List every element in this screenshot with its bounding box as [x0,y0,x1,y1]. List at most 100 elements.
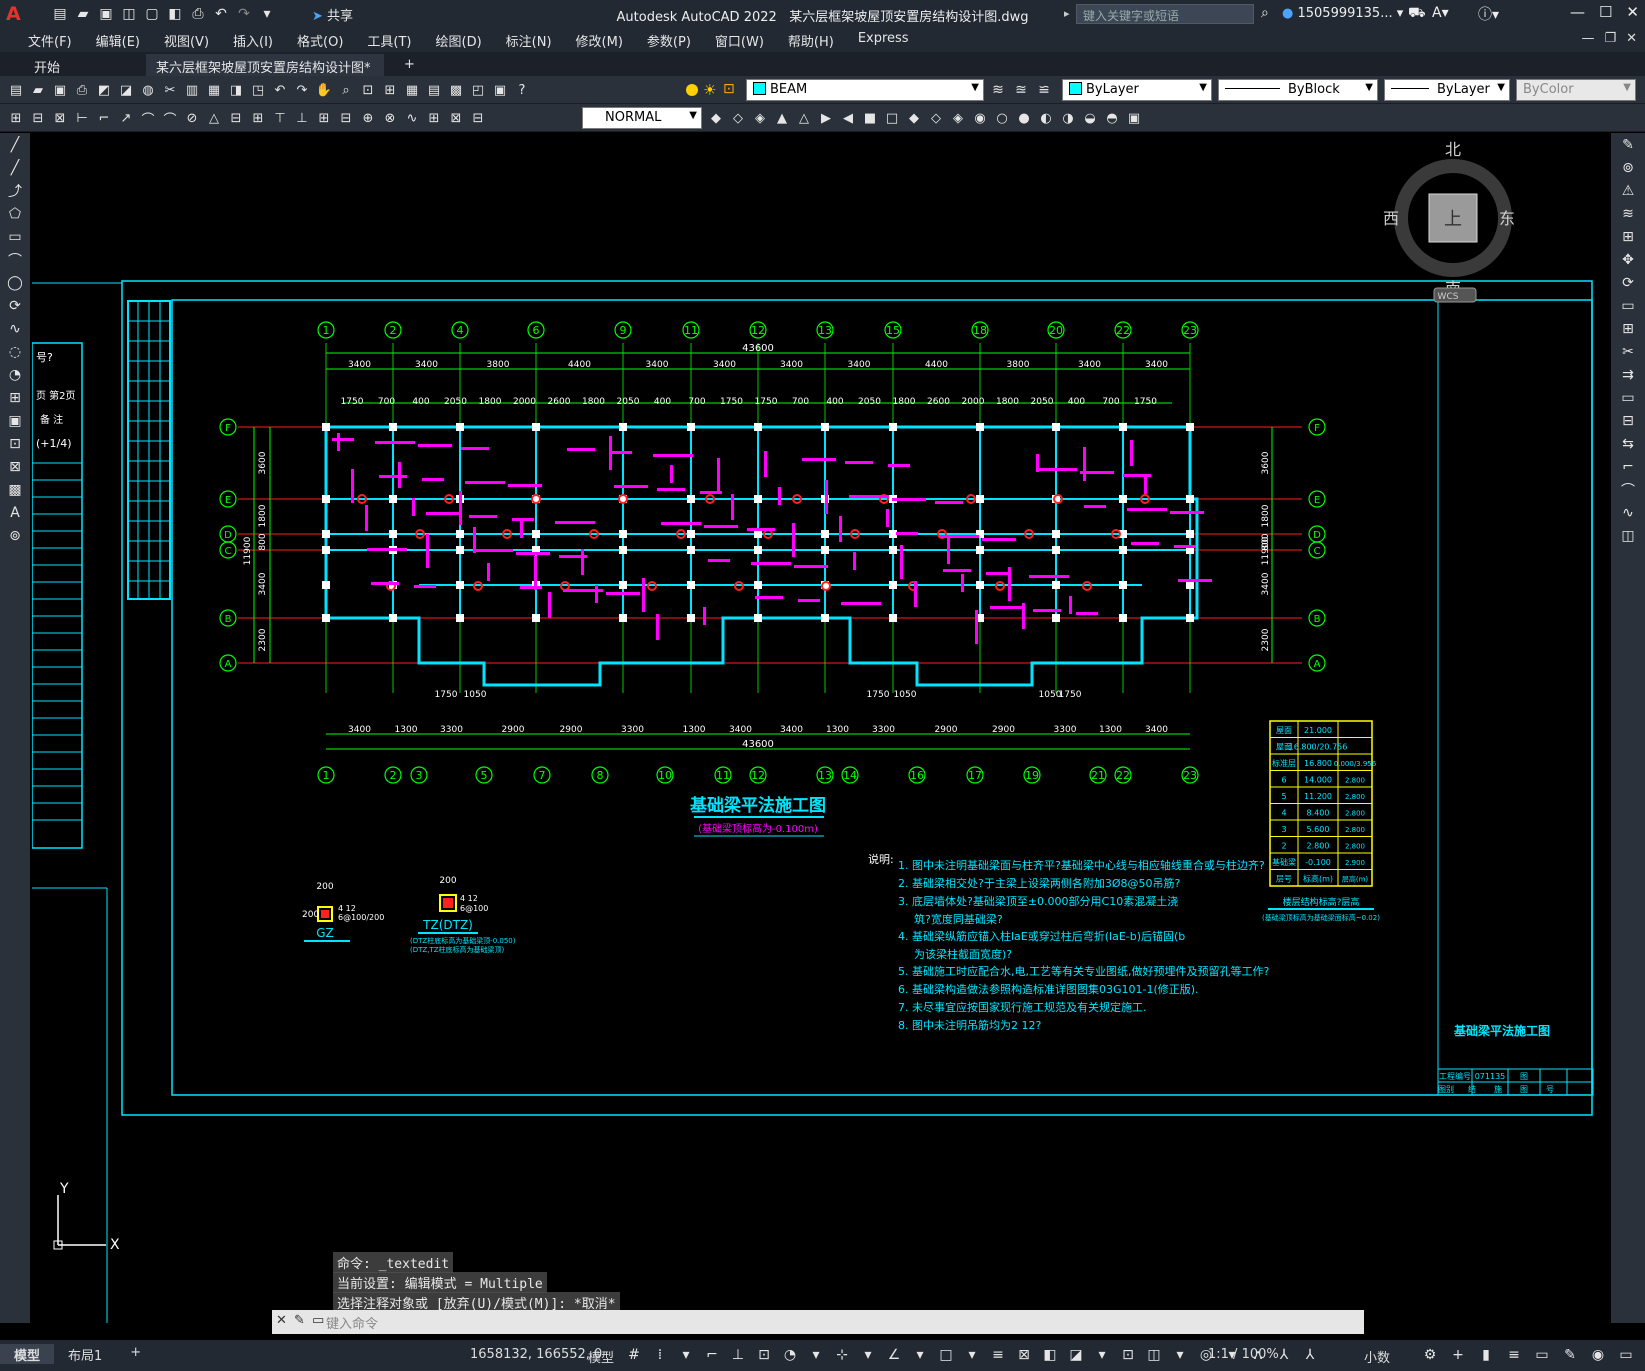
menu-item-8[interactable]: 修改(M) [564,28,635,52]
menu-item-6[interactable]: 绘图(D) [424,28,494,52]
obj-17-icon[interactable]: ◒ [1080,108,1100,128]
modify-tool-3-icon[interactable]: ≋ [1613,203,1643,225]
status-18-icon[interactable]: ▾ [1092,1345,1112,1365]
status-1-icon[interactable]: ⁞ [650,1345,670,1365]
maximize-icon[interactable]: ☐ [1599,3,1612,21]
command-settings-icon[interactable]: ✎ [294,1313,305,1328]
dim-13-icon[interactable]: ⊥ [292,108,312,128]
export-icon[interactable]: ◧ [165,4,185,24]
dim-7-icon[interactable]: ⌒ [160,108,180,128]
obj-14-icon[interactable]: ● [1014,108,1034,128]
status-13-icon[interactable]: ▾ [962,1345,982,1365]
user-account[interactable]: ● 1505999135... ▾ [1282,6,1403,21]
status-r-5-icon[interactable]: ✎ [1560,1345,1580,1365]
draw-tool-2-icon[interactable]: ⤴ [1,180,29,202]
obj-7-icon[interactable]: ■ [860,108,880,128]
draw-tool-15-icon[interactable]: ▩ [1,479,29,501]
status-26-icon[interactable]: ⅄ [1300,1345,1320,1365]
status-3-icon[interactable]: ⌐ [702,1345,722,1365]
status-4-icon[interactable]: ⊥ [728,1345,748,1365]
help-icon[interactable]: ⓘ▾ [1478,4,1499,24]
linetype-combo[interactable]: ByBlock ▼ [1218,79,1378,101]
std-19-icon[interactable]: ▤ [424,80,444,100]
status-r-0-icon[interactable]: ⚙ [1420,1345,1440,1365]
modify-tool-0-icon[interactable]: ✎ [1613,134,1643,156]
dim-18-icon[interactable]: ∿ [402,108,422,128]
std-7-icon[interactable]: ✂ [160,80,180,100]
dim-9-icon[interactable]: △ [204,108,224,128]
std-14-icon[interactable]: ✋ [314,80,334,100]
doc-restore-icon[interactable]: ❐ [1604,31,1616,46]
modify-tool-12-icon[interactable]: ⊟ [1613,410,1643,432]
dim-2-icon[interactable]: ⊠ [50,108,70,128]
layer-match-icon[interactable]: ≋ [988,80,1008,100]
draw-tool-10-icon[interactable]: ◔ [1,364,29,386]
menu-item-1[interactable]: 编辑(E) [84,28,152,52]
std-13-icon[interactable]: ↷ [292,80,312,100]
tab-drawing[interactable]: 某六层框架坡屋顶安置房结构设计图* ✕ [146,54,384,91]
std-18-icon[interactable]: ▦ [402,80,422,100]
std-21-icon[interactable]: ◰ [468,80,488,100]
dim-19-icon[interactable]: ⊞ [424,108,444,128]
std-2-icon[interactable]: ▣ [50,80,70,100]
textstyle-combo[interactable]: NORMAL ▼ [582,107,702,129]
dim-8-icon[interactable]: ⊘ [182,108,202,128]
status-r-6-icon[interactable]: ◉ [1588,1345,1608,1365]
status-14-icon[interactable]: ≡ [988,1345,1008,1365]
tab-layout1[interactable]: 布局1 [54,1344,116,1364]
status-6-icon[interactable]: ◔ [780,1345,800,1365]
modify-tool-5-icon[interactable]: ✥ [1613,249,1643,271]
std-9-icon[interactable]: ▦ [204,80,224,100]
modify-tool-13-icon[interactable]: ⇆ [1613,433,1643,455]
modify-tool-4-icon[interactable]: ⊞ [1613,226,1643,248]
modify-tool-7-icon[interactable]: ▭ [1613,295,1643,317]
lineweight-combo[interactable]: ByLayer ▼ [1384,79,1510,101]
draw-tool-17-icon[interactable]: ⊚ [1,525,29,547]
dim-5-icon[interactable]: ↗ [116,108,136,128]
layer-combo[interactable]: BEAM ▼ [746,79,984,101]
share-button[interactable]: ➤ 共享 [312,5,353,24]
std-23-icon[interactable]: ? [512,80,532,100]
menu-item-7[interactable]: 标注(N) [494,28,564,52]
std-1-icon[interactable]: ▰ [28,80,48,100]
autodesk-app-icon[interactable]: A▾ [1432,5,1449,21]
minimize-icon[interactable]: — [1570,3,1585,21]
doc-minimize-icon[interactable]: — [1581,31,1594,46]
obj-19-icon[interactable]: ▣ [1124,108,1144,128]
dim-0-icon[interactable]: ⊞ [6,108,26,128]
menu-item-10[interactable]: 窗口(W) [703,28,776,52]
dim-6-icon[interactable]: ⌒ [138,108,158,128]
status-7-icon[interactable]: ▾ [806,1345,826,1365]
status-12-icon[interactable]: □ [936,1345,956,1365]
obj-18-icon[interactable]: ◓ [1102,108,1122,128]
status-10-icon[interactable]: ∠ [884,1345,904,1365]
status-11-icon[interactable]: ▾ [910,1345,930,1365]
obj-13-icon[interactable]: ○ [992,108,1012,128]
dim-17-icon[interactable]: ⊗ [380,108,400,128]
command-line[interactable]: ✕ ✎ ▭ 键入命令 [272,1310,1364,1334]
status-21-icon[interactable]: ▾ [1170,1345,1190,1365]
dim-21-icon[interactable]: ⊟ [468,108,488,128]
dim-12-icon[interactable]: ⊤ [270,108,290,128]
draw-tool-3-icon[interactable]: ⬠ [1,203,29,225]
status-19-icon[interactable]: ⊡ [1118,1345,1138,1365]
dim-20-icon[interactable]: ⊠ [446,108,466,128]
obj-9-icon[interactable]: ◆ [904,108,924,128]
status-8-icon[interactable]: ⊹ [832,1345,852,1365]
modify-tool-8-icon[interactable]: ⊞ [1613,318,1643,340]
menu-item-9[interactable]: 参数(P) [635,28,703,52]
status-r-2-icon[interactable]: ▮ [1476,1345,1496,1365]
modify-tool-2-icon[interactable]: ⚠ [1613,180,1643,202]
std-6-icon[interactable]: ◍ [138,80,158,100]
obj-1-icon[interactable]: ◇ [728,108,748,128]
menu-item-3[interactable]: 插入(I) [221,28,285,52]
std-17-icon[interactable]: ⊞ [380,80,400,100]
save-icon[interactable]: ▣ [96,4,116,24]
draw-tool-11-icon[interactable]: ⊞ [1,387,29,409]
drawing-viewport[interactable]: 号? 页 第2页备 注 (+1/4) 1 2 4 6 9 11 12 13 15 18 20 22 23 1 2 3… [32,133,1611,1323]
std-10-icon[interactable]: ◨ [226,80,246,100]
obj-11-icon[interactable]: ◈ [948,108,968,128]
std-16-icon[interactable]: ⊡ [358,80,378,100]
std-15-icon[interactable]: ⌕ [336,80,356,100]
units-selector[interactable]: 小数 [1364,1347,1390,1366]
